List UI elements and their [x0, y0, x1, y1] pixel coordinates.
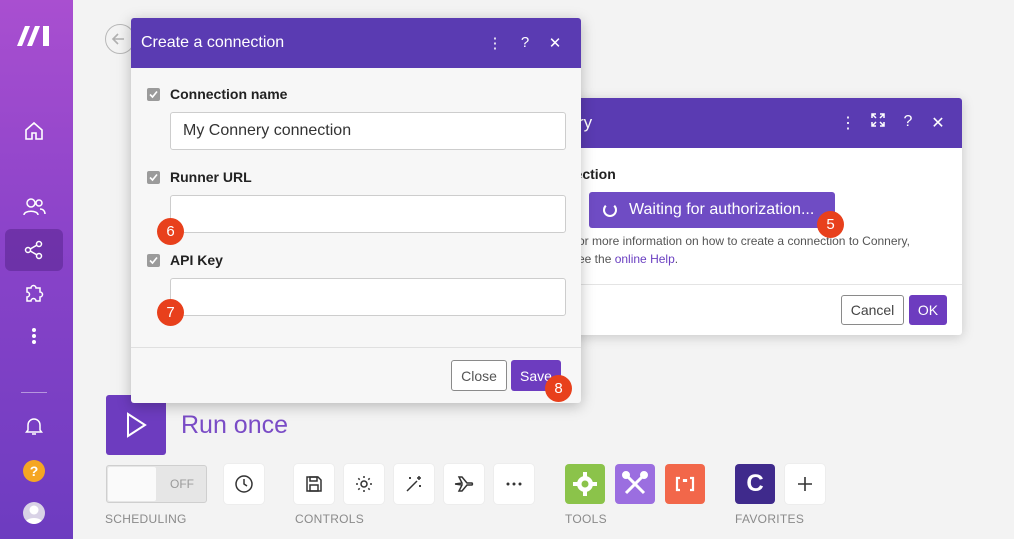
- step-marker: 8: [545, 375, 572, 402]
- api-key-input[interactable]: [170, 278, 566, 316]
- gear-icon: [573, 472, 597, 496]
- close-button[interactable]: Close: [451, 360, 507, 391]
- create-connection-header: Create a connection ⋮ ? ✕: [131, 18, 581, 68]
- play-icon: [127, 412, 147, 438]
- runner-url-label: Runner URL: [170, 169, 252, 185]
- avatar[interactable]: [23, 502, 45, 524]
- favorites-group-label: FAVORITES: [735, 512, 805, 526]
- module-settings-dialog: ry ⋮ ? ✕ nection Waiting for authorizati…: [548, 98, 962, 335]
- api-key-label: API Key: [170, 252, 223, 268]
- make-logo-icon[interactable]: [15, 22, 55, 48]
- info-suffix: .: [674, 252, 679, 266]
- dialog-divider: [131, 347, 581, 348]
- sidebar-item-notifications[interactable]: [5, 405, 63, 447]
- sidebar-item-apps[interactable]: [5, 272, 63, 314]
- text-parser-tool[interactable]: [665, 464, 705, 504]
- plus-icon: [798, 477, 812, 491]
- add-favorite-button[interactable]: [785, 464, 825, 504]
- help-icon[interactable]: ?: [900, 113, 916, 133]
- tools-group-label: TOOLS: [565, 512, 607, 526]
- save-scenario-button[interactable]: [294, 464, 334, 504]
- home-icon: [25, 121, 43, 140]
- cancel-button[interactable]: Cancel: [841, 295, 904, 325]
- gear-icon: [356, 476, 372, 492]
- check-icon: [149, 256, 158, 265]
- run-once-button[interactable]: [106, 395, 166, 455]
- info-prefix: ee the: [578, 252, 615, 266]
- clock-icon: [235, 475, 253, 493]
- expand-icon[interactable]: [870, 113, 886, 133]
- text-parser-icon: [675, 476, 695, 492]
- close-icon[interactable]: ✕: [547, 34, 563, 52]
- sidebar-item-more[interactable]: [5, 315, 63, 357]
- more-controls-button[interactable]: [494, 464, 534, 504]
- tools-icon: [622, 471, 648, 495]
- connection-name-label: Connection name: [170, 86, 288, 102]
- sidebar-item-scenarios[interactable]: [5, 229, 63, 271]
- step-marker: 6: [157, 218, 184, 245]
- module-dialog-header: ry ⋮ ? ✕: [548, 98, 962, 148]
- run-once-label: Run once: [181, 411, 289, 439]
- tools-tool[interactable]: [615, 464, 655, 504]
- field-toggle-checkbox[interactable]: [147, 88, 160, 101]
- sidebar: ?: [0, 0, 73, 539]
- create-connection-dialog: Create a connection ⋮ ? ✕ Connection nam…: [131, 18, 581, 403]
- schedule-settings-button[interactable]: [224, 464, 264, 504]
- toggle-off-label: OFF: [170, 477, 194, 491]
- auto-align-button[interactable]: [394, 464, 434, 504]
- connection-info-text: or more information on how to create a c…: [578, 234, 910, 248]
- more-horizontal-icon: [506, 482, 522, 486]
- runner-url-input[interactable]: [170, 195, 566, 233]
- scenario-settings-button[interactable]: [344, 464, 384, 504]
- puzzle-icon: [26, 284, 44, 302]
- dialog-divider: [548, 284, 962, 285]
- toggle-knob: [108, 467, 156, 501]
- field-toggle-checkbox[interactable]: [147, 254, 160, 267]
- flow-control-tool[interactable]: [565, 464, 605, 504]
- magic-wand-icon: [406, 476, 421, 492]
- help-icon[interactable]: ?: [517, 34, 533, 52]
- controls-group-label: CONTROLS: [295, 512, 365, 526]
- users-icon: [23, 198, 46, 216]
- avatar-icon: [25, 505, 43, 524]
- check-icon: [149, 90, 158, 99]
- close-icon[interactable]: ✕: [930, 113, 946, 133]
- more-vertical-icon[interactable]: ⋮: [840, 113, 856, 133]
- arrow-left-icon: [111, 33, 124, 45]
- more-vertical-icon: [32, 328, 36, 344]
- step-marker: 5: [817, 211, 844, 238]
- sidebar-item-users[interactable]: [5, 186, 63, 228]
- scheduling-toggle[interactable]: OFF: [106, 465, 207, 503]
- share-icon: [24, 240, 43, 260]
- field-toggle-checkbox[interactable]: [147, 171, 160, 184]
- explain-flow-button[interactable]: [444, 464, 484, 504]
- waiting-authorization-button[interactable]: Waiting for authorization...: [589, 192, 835, 228]
- connection-name-input[interactable]: [170, 112, 566, 150]
- connery-app-icon: C: [746, 470, 764, 497]
- scheduling-group-label: SCHEDULING: [105, 512, 187, 526]
- airplane-icon: [454, 476, 474, 492]
- help-icon[interactable]: ?: [23, 460, 45, 482]
- ok-button[interactable]: OK: [909, 295, 947, 325]
- connection-info-text-2: ee the online Help.: [578, 252, 678, 266]
- waiting-label: Waiting for authorization...: [629, 201, 815, 218]
- sidebar-divider: [21, 392, 47, 393]
- sidebar-item-home[interactable]: [5, 110, 63, 152]
- floppy-icon: [306, 476, 322, 492]
- favorite-connery-app[interactable]: C: [735, 464, 775, 504]
- online-help-link[interactable]: online Help: [615, 252, 675, 266]
- check-icon: [149, 173, 158, 182]
- spinner-icon: [603, 203, 617, 217]
- dialog-title: Create a connection: [141, 34, 285, 51]
- step-marker: 7: [157, 299, 184, 326]
- more-vertical-icon[interactable]: ⋮: [487, 34, 503, 52]
- bell-icon: [25, 418, 43, 435]
